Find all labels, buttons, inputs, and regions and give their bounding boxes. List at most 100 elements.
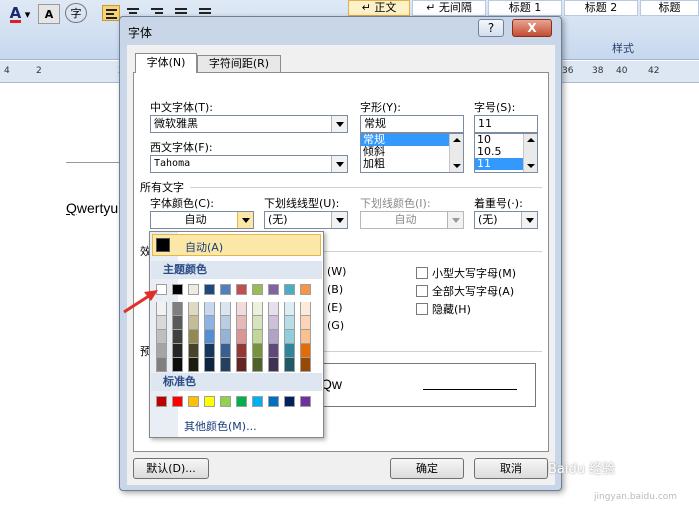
theme-color-swatch[interactable]: [204, 302, 215, 316]
scrollbar[interactable]: [523, 134, 537, 172]
small-caps-checkbox[interactable]: 小型大写字母(M): [416, 265, 516, 281]
list-item[interactable]: 加粗: [361, 158, 463, 170]
dialog-titlebar[interactable]: 字体 ? X: [120, 17, 561, 45]
theme-color-swatch[interactable]: [188, 302, 199, 316]
theme-color-swatch[interactable]: [220, 344, 231, 358]
theme-color-swatch[interactable]: [220, 316, 231, 330]
font-size-list[interactable]: 10 10.5 11: [474, 133, 538, 173]
theme-color-swatch[interactable]: [268, 316, 279, 330]
standard-color-swatch[interactable]: [204, 396, 215, 407]
theme-color-swatch[interactable]: [300, 284, 311, 295]
theme-color-swatch[interactable]: [252, 316, 263, 330]
theme-color-swatch[interactable]: [236, 284, 247, 295]
chevron-down-icon[interactable]: [237, 212, 253, 228]
theme-color-swatch[interactable]: [172, 316, 183, 330]
theme-color-swatch[interactable]: [156, 344, 167, 358]
theme-color-swatch[interactable]: [204, 330, 215, 344]
standard-color-swatch[interactable]: [156, 396, 167, 407]
chinese-font-combo[interactable]: 微软雅黑: [150, 115, 348, 133]
style-no-spacing[interactable]: ↵ 无间隔: [412, 0, 486, 16]
theme-color-swatch[interactable]: [188, 330, 199, 344]
chevron-down-icon[interactable]: [331, 116, 347, 132]
standard-color-swatch[interactable]: [284, 396, 295, 407]
cancel-button[interactable]: 取消: [474, 458, 548, 479]
theme-color-swatch[interactable]: [188, 358, 199, 372]
theme-color-swatch[interactable]: [300, 302, 311, 316]
theme-color-swatch[interactable]: [284, 284, 295, 295]
theme-color-swatch[interactable]: [172, 358, 183, 372]
help-button[interactable]: ?: [478, 19, 504, 37]
theme-color-swatch[interactable]: [220, 330, 231, 344]
theme-color-swatch[interactable]: [156, 358, 167, 372]
theme-color-swatch[interactable]: [220, 284, 231, 295]
theme-color-swatch[interactable]: [204, 284, 215, 295]
theme-color-swatch[interactable]: [300, 330, 311, 344]
standard-color-swatch[interactable]: [220, 396, 231, 407]
theme-color-swatch[interactable]: [188, 316, 199, 330]
theme-color-swatch[interactable]: [268, 302, 279, 316]
scrollbar[interactable]: [449, 134, 463, 172]
theme-color-swatch[interactable]: [172, 344, 183, 358]
theme-color-swatch[interactable]: [252, 284, 263, 295]
ok-button[interactable]: 确定: [390, 458, 464, 479]
theme-color-swatch[interactable]: [252, 344, 263, 358]
font-color-combo[interactable]: 自动: [150, 211, 254, 229]
theme-color-swatch[interactable]: [284, 358, 295, 372]
underline-style-combo[interactable]: (无): [264, 211, 348, 229]
chevron-down-icon[interactable]: [521, 212, 537, 228]
style-heading-1[interactable]: 标题 1: [488, 0, 562, 16]
theme-color-swatch[interactable]: [284, 316, 295, 330]
style-normal[interactable]: ↵ 正文: [348, 0, 410, 16]
chevron-down-icon[interactable]: [331, 212, 347, 228]
standard-color-swatch[interactable]: [172, 396, 183, 407]
style-title[interactable]: 标题: [640, 0, 699, 16]
style-heading-2[interactable]: 标题 2: [564, 0, 638, 16]
emphasis-mark-combo[interactable]: (无): [474, 211, 538, 229]
theme-color-swatch[interactable]: [284, 330, 295, 344]
close-button[interactable]: X: [512, 19, 552, 37]
theme-color-swatch[interactable]: [172, 284, 183, 295]
theme-color-swatch[interactable]: [236, 344, 247, 358]
theme-color-swatch[interactable]: [204, 358, 215, 372]
theme-color-swatch[interactable]: [252, 358, 263, 372]
set-default-button[interactable]: 默认(D)...: [133, 458, 209, 479]
theme-color-swatch[interactable]: [172, 302, 183, 316]
theme-color-swatch[interactable]: [236, 358, 247, 372]
theme-color-swatch[interactable]: [236, 302, 247, 316]
theme-color-swatch[interactable]: [284, 302, 295, 316]
all-caps-checkbox[interactable]: 全部大写字母(A): [416, 283, 514, 299]
theme-color-swatch[interactable]: [284, 344, 295, 358]
theme-color-swatch[interactable]: [220, 302, 231, 316]
theme-color-swatch[interactable]: [252, 302, 263, 316]
standard-color-swatch[interactable]: [188, 396, 199, 407]
theme-color-swatch[interactable]: [188, 344, 199, 358]
theme-color-swatch[interactable]: [156, 330, 167, 344]
tab-font[interactable]: 字体(N): [135, 53, 197, 73]
checkbox-box[interactable]: [416, 285, 428, 297]
character-shading-button[interactable]: A: [38, 4, 60, 24]
align-left-button[interactable]: [102, 5, 120, 21]
theme-color-swatch[interactable]: [268, 330, 279, 344]
document-text[interactable]: Qwertyu: [66, 200, 118, 216]
phonetic-guide-button[interactable]: 字: [65, 3, 87, 23]
standard-color-swatch[interactable]: [300, 396, 311, 407]
theme-color-swatch[interactable]: [204, 344, 215, 358]
font-style-input[interactable]: 常规: [360, 115, 464, 133]
theme-color-swatch[interactable]: [236, 316, 247, 330]
hidden-checkbox[interactable]: 隐藏(H): [416, 301, 471, 317]
font-color-button[interactable]: A ▾: [4, 4, 36, 24]
theme-color-swatch[interactable]: [300, 358, 311, 372]
font-style-list[interactable]: 常规 倾斜 加粗: [360, 133, 464, 173]
theme-color-swatch[interactable]: [300, 344, 311, 358]
standard-color-swatch[interactable]: [268, 396, 279, 407]
automatic-color-option[interactable]: 自动(A): [152, 234, 321, 256]
more-colors-option[interactable]: 其他颜色(M)...: [184, 418, 257, 434]
theme-color-swatch[interactable]: [268, 284, 279, 295]
font-size-input[interactable]: 11: [474, 115, 538, 133]
theme-color-swatch[interactable]: [172, 330, 183, 344]
theme-color-swatch[interactable]: [220, 358, 231, 372]
standard-color-swatch[interactable]: [236, 396, 247, 407]
theme-color-swatch[interactable]: [268, 358, 279, 372]
standard-color-swatch[interactable]: [252, 396, 263, 407]
theme-color-swatch[interactable]: [268, 344, 279, 358]
